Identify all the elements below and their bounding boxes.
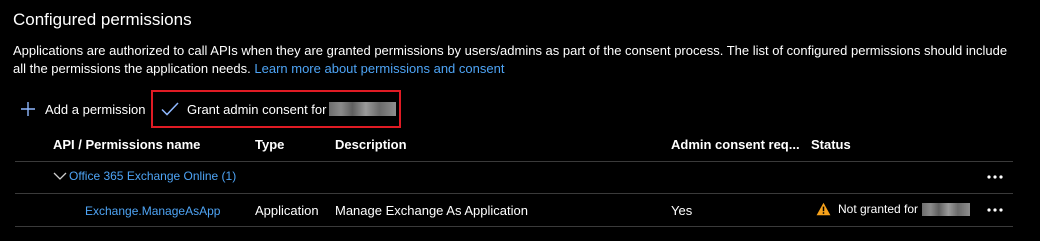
admin-consent-required-value: Yes bbox=[671, 203, 693, 218]
permission-type: Application bbox=[255, 203, 319, 218]
row-divider bbox=[15, 226, 1013, 227]
add-permission-button[interactable]: Add a permission bbox=[20, 99, 145, 119]
warning-icon bbox=[816, 202, 831, 216]
column-header-name[interactable]: API / Permissions name bbox=[53, 137, 200, 152]
checkmark-icon bbox=[161, 102, 179, 116]
grant-admin-consent-button[interactable]: Grant admin consent for bbox=[151, 90, 401, 128]
learn-more-link[interactable]: Learn more about permissions and consent bbox=[254, 61, 504, 76]
row-divider bbox=[15, 193, 1013, 194]
section-description: Applications are authorized to call APIs… bbox=[13, 42, 1023, 78]
status-text: Not granted for bbox=[838, 202, 919, 216]
status-badge: Not granted for bbox=[816, 202, 971, 216]
redacted-tenant-name bbox=[329, 102, 397, 116]
add-permission-label: Add a permission bbox=[45, 101, 146, 117]
permission-name-link[interactable]: Exchange.ManageAsApp bbox=[85, 204, 220, 218]
more-icon[interactable] bbox=[986, 174, 1004, 180]
description-text: Applications are authorized to call APIs… bbox=[13, 43, 1008, 76]
column-header-type[interactable]: Type bbox=[255, 137, 284, 152]
api-group-row[interactable]: Office 365 Exchange Online (1) bbox=[53, 169, 236, 183]
column-header-status[interactable]: Status bbox=[811, 137, 851, 152]
page-title: Configured permissions bbox=[13, 10, 192, 29]
grant-consent-label: Grant admin consent for bbox=[187, 101, 327, 117]
column-header-description[interactable]: Description bbox=[335, 137, 407, 152]
header-divider bbox=[15, 161, 1013, 162]
permission-description: Manage Exchange As Application bbox=[335, 203, 528, 218]
plus-icon bbox=[21, 102, 35, 116]
api-group-label[interactable]: Office 365 Exchange Online (1) bbox=[69, 169, 236, 183]
more-icon[interactable] bbox=[986, 207, 1004, 213]
redacted-tenant-name bbox=[922, 202, 971, 216]
column-header-admin-consent[interactable]: Admin consent req... bbox=[671, 137, 800, 152]
chevron-down-icon[interactable] bbox=[53, 171, 67, 181]
